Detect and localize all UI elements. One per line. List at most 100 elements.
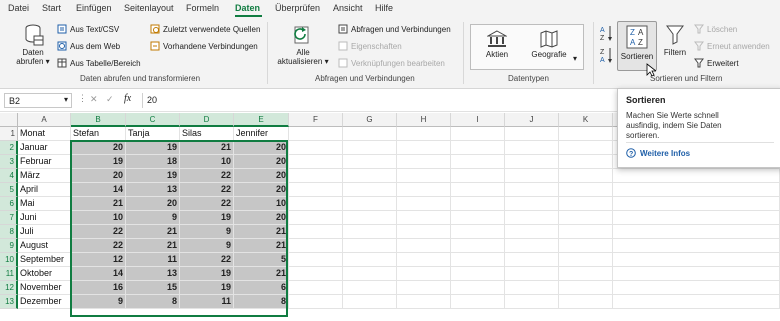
cell-h2[interactable] [397, 141, 451, 155]
cell-e9[interactable]: 21 [234, 239, 289, 253]
cell-c7[interactable]: 9 [126, 211, 180, 225]
cell-h1[interactable] [397, 127, 451, 141]
cell-d4[interactable]: 22 [180, 169, 234, 183]
refresh-all-button[interactable]: Alle aktualisieren ▾ [277, 24, 329, 66]
cell-c13[interactable]: 8 [126, 295, 180, 309]
cell-c9[interactable]: 21 [126, 239, 180, 253]
cell-g2[interactable] [343, 141, 397, 155]
tab-daten[interactable]: Daten [235, 3, 260, 13]
cell-e3[interactable]: 20 [234, 155, 289, 169]
cell-e11[interactable]: 21 [234, 267, 289, 281]
cell-f12[interactable] [289, 281, 343, 295]
cell-overflow[interactable] [613, 225, 780, 239]
cell-a13[interactable]: Dezember [18, 295, 71, 309]
cell-k7[interactable] [559, 211, 613, 225]
cell-overflow[interactable] [613, 183, 780, 197]
cell-overflow[interactable] [613, 295, 780, 309]
cell-h4[interactable] [397, 169, 451, 183]
cell-e2[interactable]: 20 [234, 141, 289, 155]
cell-d1[interactable]: Silas [180, 127, 234, 141]
sort-ascending-button[interactable]: AZ [600, 24, 614, 42]
cell-e13[interactable]: 8 [234, 295, 289, 309]
tab-ansicht[interactable]: Ansicht [333, 3, 363, 13]
edit-links-button[interactable]: Verknüpfungen bearbeiten [338, 58, 445, 68]
cell-e8[interactable]: 21 [234, 225, 289, 239]
tab-formeln[interactable]: Formeln [186, 3, 219, 13]
cell-c6[interactable]: 20 [126, 197, 180, 211]
cell-e4[interactable]: 20 [234, 169, 289, 183]
cell-h6[interactable] [397, 197, 451, 211]
cell-i1[interactable] [451, 127, 505, 141]
cell-f5[interactable] [289, 183, 343, 197]
cell-j7[interactable] [505, 211, 559, 225]
cell-c10[interactable]: 11 [126, 253, 180, 267]
tab-seitenlayout[interactable]: Seitenlayout [124, 3, 174, 13]
cell-f1[interactable] [289, 127, 343, 141]
cell-i13[interactable] [451, 295, 505, 309]
cell-c3[interactable]: 18 [126, 155, 180, 169]
cell-j6[interactable] [505, 197, 559, 211]
cell-i2[interactable] [451, 141, 505, 155]
cell-e5[interactable]: 20 [234, 183, 289, 197]
cell-a4[interactable]: März [18, 169, 71, 183]
cell-i11[interactable] [451, 267, 505, 281]
cell-e1[interactable]: Jennifer [234, 127, 289, 141]
cell-f9[interactable] [289, 239, 343, 253]
cell-d13[interactable]: 11 [180, 295, 234, 309]
cell-k1[interactable] [559, 127, 613, 141]
cell-k11[interactable] [559, 267, 613, 281]
queries-connections-button[interactable]: Abfragen und Verbindungen [338, 24, 451, 34]
cell-a5[interactable]: April [18, 183, 71, 197]
cell-a10[interactable]: September [18, 253, 71, 267]
cell-k3[interactable] [559, 155, 613, 169]
cell-e10[interactable]: 5 [234, 253, 289, 267]
cell-j4[interactable] [505, 169, 559, 183]
cell-h11[interactable] [397, 267, 451, 281]
column-header-i[interactable]: I [451, 113, 505, 127]
cell-b8[interactable]: 22 [71, 225, 126, 239]
cell-b9[interactable]: 22 [71, 239, 126, 253]
cell-overflow[interactable] [613, 253, 780, 267]
cell-d6[interactable]: 22 [180, 197, 234, 211]
cell-f3[interactable] [289, 155, 343, 169]
cell-i4[interactable] [451, 169, 505, 183]
cell-a7[interactable]: Juni [18, 211, 71, 225]
cell-a11[interactable]: Oktober [18, 267, 71, 281]
column-header-c[interactable]: C [126, 113, 180, 127]
cell-k9[interactable] [559, 239, 613, 253]
cell-e6[interactable]: 10 [234, 197, 289, 211]
column-header-j[interactable]: J [505, 113, 559, 127]
cell-i5[interactable] [451, 183, 505, 197]
cell-c4[interactable]: 19 [126, 169, 180, 183]
chevron-down-icon[interactable]: ▾ [64, 95, 68, 104]
cell-c1[interactable]: Tanja [126, 127, 180, 141]
cell-g13[interactable] [343, 295, 397, 309]
cell-g9[interactable] [343, 239, 397, 253]
tab-start[interactable]: Start [42, 3, 61, 13]
cell-c2[interactable]: 19 [126, 141, 180, 155]
cell-b1[interactable]: Stefan [71, 127, 126, 141]
cell-k10[interactable] [559, 253, 613, 267]
row-header-10[interactable]: 10 [0, 253, 18, 267]
cell-g3[interactable] [343, 155, 397, 169]
from-web-button[interactable]: Aus dem Web [57, 41, 120, 51]
cell-e7[interactable]: 20 [234, 211, 289, 225]
cell-overflow[interactable] [613, 239, 780, 253]
cell-h12[interactable] [397, 281, 451, 295]
cell-j9[interactable] [505, 239, 559, 253]
cell-b3[interactable]: 19 [71, 155, 126, 169]
name-box[interactable]: B2 [4, 93, 72, 108]
cell-g7[interactable] [343, 211, 397, 225]
cell-i10[interactable] [451, 253, 505, 267]
cell-g12[interactable] [343, 281, 397, 295]
cell-h5[interactable] [397, 183, 451, 197]
cell-b5[interactable]: 14 [71, 183, 126, 197]
cell-i9[interactable] [451, 239, 505, 253]
cancel-icon[interactable]: ✕ [90, 94, 98, 105]
cell-e12[interactable]: 6 [234, 281, 289, 295]
cell-a2[interactable]: Januar [18, 141, 71, 155]
cell-c5[interactable]: 13 [126, 183, 180, 197]
clear-filter-button[interactable]: Löschen [694, 24, 737, 34]
cell-b6[interactable]: 21 [71, 197, 126, 211]
row-header-9[interactable]: 9 [0, 239, 18, 253]
